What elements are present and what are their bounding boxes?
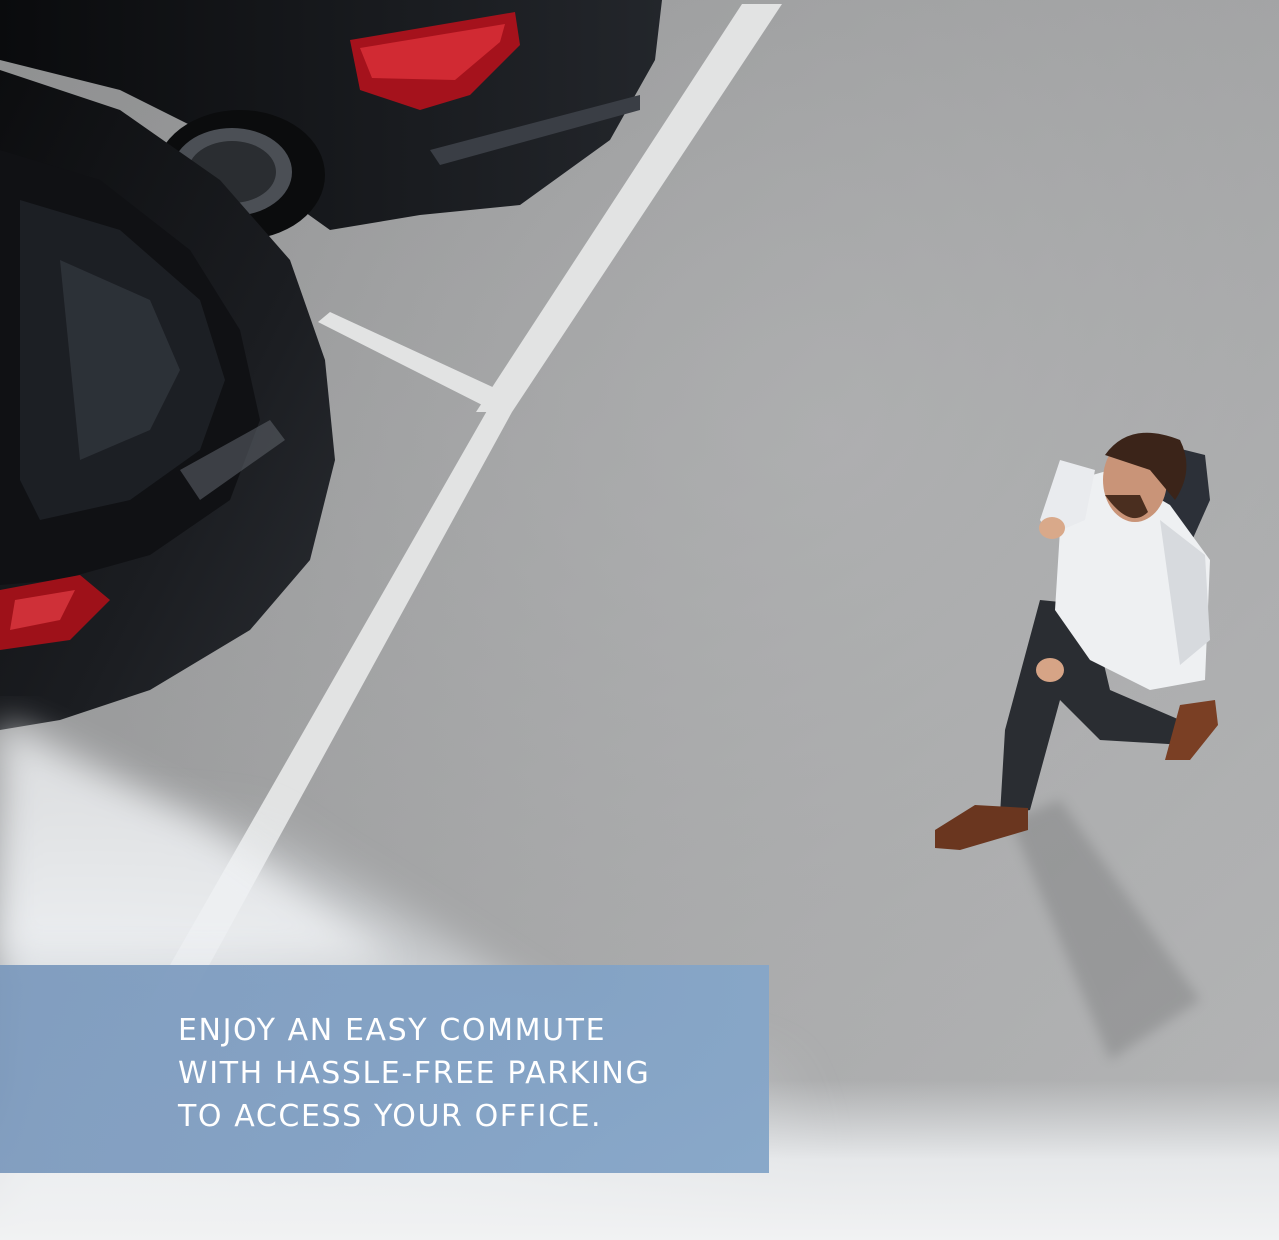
caption-line-1: ENJOY AN EASY COMMUTE (178, 1013, 607, 1048)
parking-garage-photo: ENJOY AN EASY COMMUTE WITH HASSLE-FREE P… (0, 0, 1279, 1240)
caption-line-3: TO ACCESS YOUR OFFICE. (178, 1099, 603, 1134)
caption-line-2: WITH HASSLE-FREE PARKING (178, 1056, 651, 1091)
caption-box: ENJOY AN EASY COMMUTE WITH HASSLE-FREE P… (0, 965, 769, 1173)
